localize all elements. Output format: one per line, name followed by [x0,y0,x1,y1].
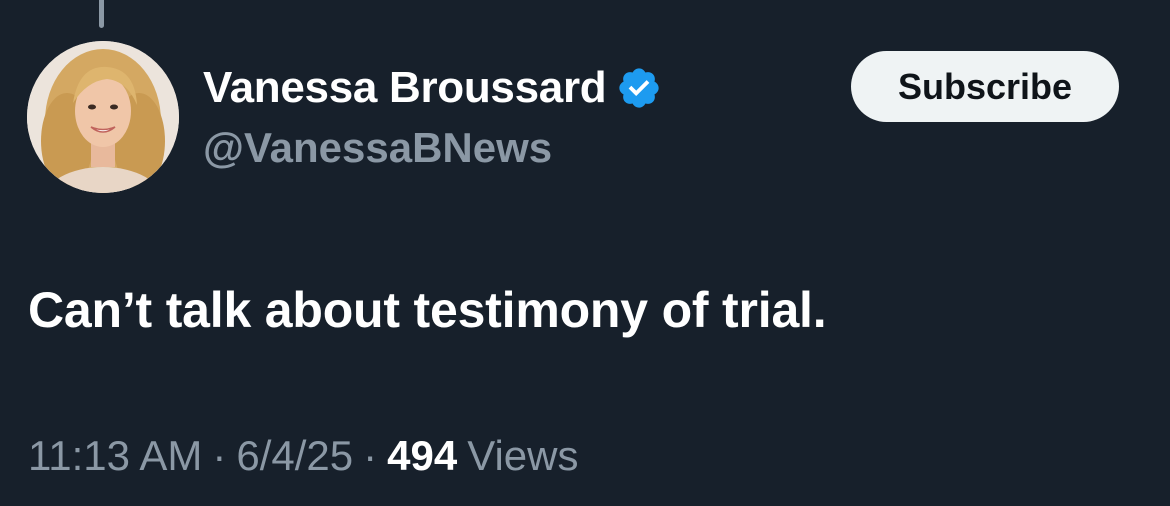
author-name-row: Vanessa Broussard [203,60,662,116]
avatar-image [27,41,179,193]
views-label[interactable]: Views [467,432,578,480]
meta-separator: · [363,432,378,479]
tweet-metadata: 11:13 AM · 6/4/25 · 494 Views [28,432,578,480]
views-count[interactable]: 494 [387,432,457,480]
author-handle[interactable]: @VanessaBNews [203,124,552,172]
verified-badge-icon[interactable] [616,65,662,111]
author-display-name[interactable]: Vanessa Broussard [203,63,607,113]
tweet-date[interactable]: 6/4/25 [236,432,353,480]
avatar[interactable] [27,41,179,193]
subscribe-button[interactable]: Subscribe [851,51,1119,122]
meta-separator: · [212,432,227,479]
thread-connector-line [99,0,104,28]
tweet-text: Can’t talk about testimony of trial. [28,282,827,338]
tweet-card: Vanessa Broussard @VanessaBNews Subscrib… [0,0,1170,506]
tweet-time[interactable]: 11:13 AM [28,432,202,480]
